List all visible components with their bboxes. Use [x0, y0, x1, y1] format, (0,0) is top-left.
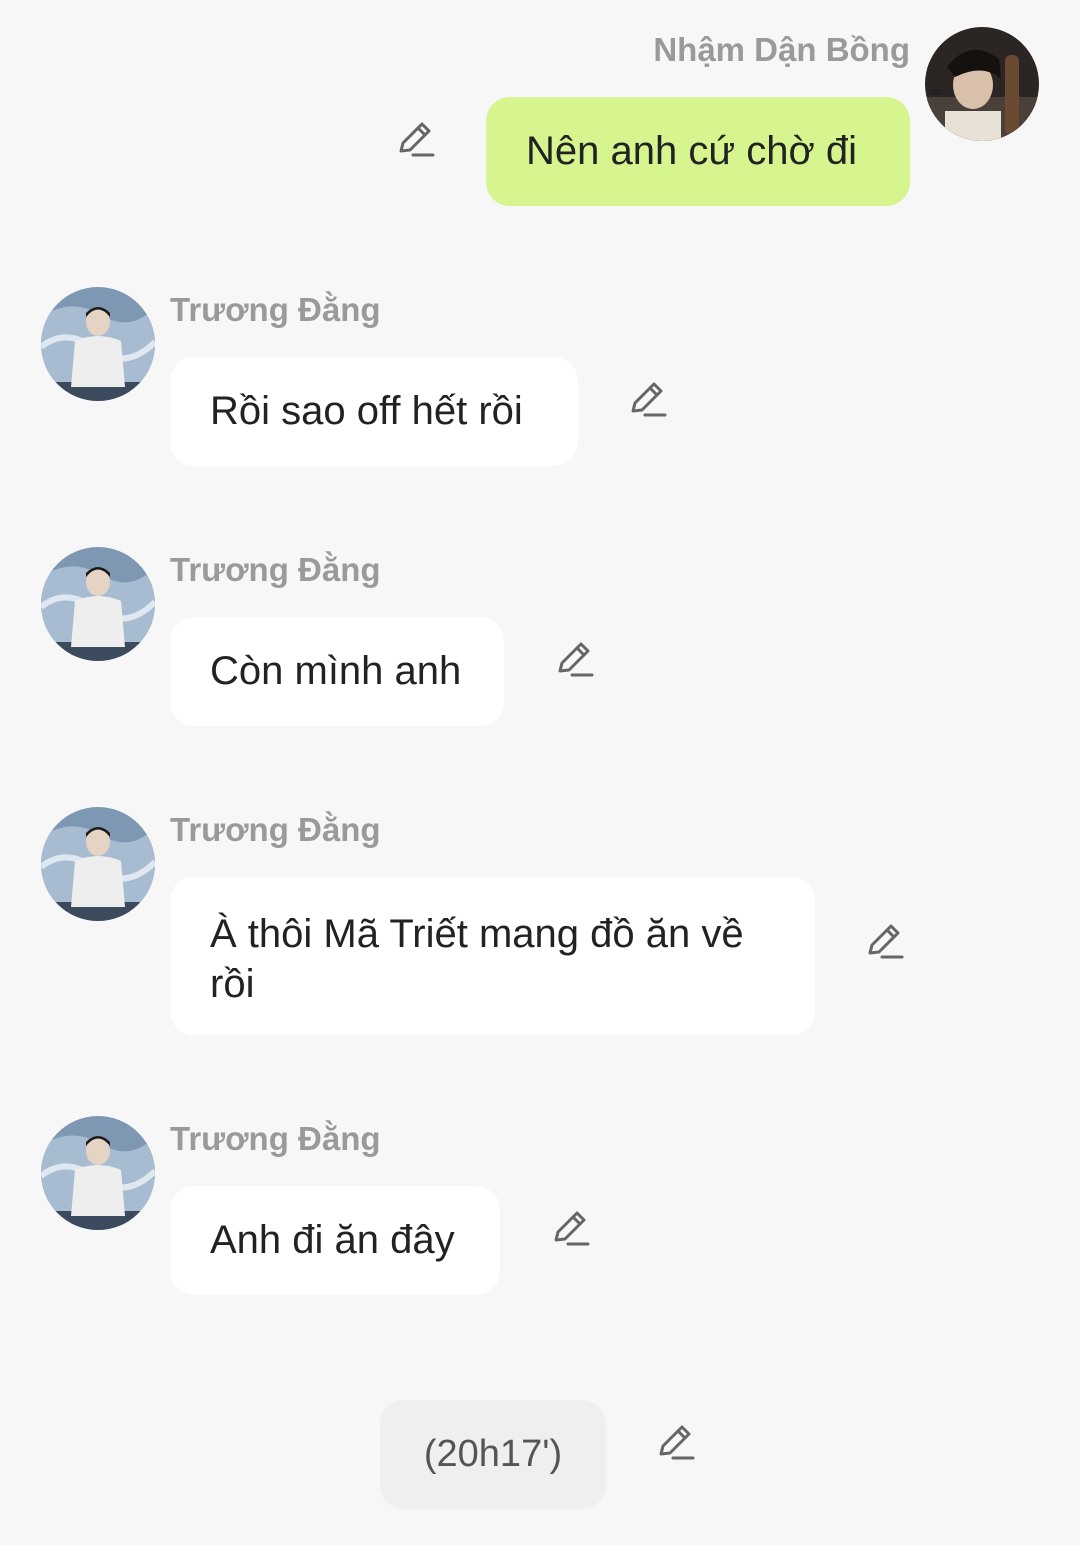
pencil-edit-icon[interactable] — [656, 1422, 696, 1462]
sender-name: Trương Đằng — [170, 1120, 381, 1157]
message-bubble[interactable]: Còn mình anh — [170, 617, 504, 726]
message-bubble[interactable]: Rồi sao off hết rồi — [170, 357, 578, 466]
avatar[interactable] — [41, 547, 155, 661]
avatar[interactable] — [41, 1116, 155, 1230]
message-bubble[interactable]: À thôi Mã Triết mang đồ ăn về rồi — [170, 877, 815, 1035]
pencil-edit-icon[interactable] — [628, 379, 668, 419]
message-bubble[interactable]: Anh đi ăn đây — [170, 1186, 500, 1295]
timestamp-bubble[interactable]: (20h17') — [380, 1400, 606, 1509]
pencil-edit-icon[interactable] — [865, 921, 905, 961]
avatar[interactable] — [41, 287, 155, 401]
sender-name: Nhậm Dận Bồng — [653, 31, 910, 68]
avatar[interactable] — [41, 807, 155, 921]
pencil-edit-icon[interactable] — [551, 1208, 591, 1248]
message-bubble[interactable]: Nên anh cứ chờ đi — [486, 97, 910, 206]
avatar[interactable] — [925, 27, 1039, 141]
pencil-edit-icon[interactable] — [396, 119, 436, 159]
sender-name: Trương Đằng — [170, 291, 381, 328]
pencil-edit-icon[interactable] — [555, 639, 595, 679]
sender-name: Trương Đằng — [170, 551, 381, 588]
sender-name: Trương Đằng — [170, 811, 381, 848]
